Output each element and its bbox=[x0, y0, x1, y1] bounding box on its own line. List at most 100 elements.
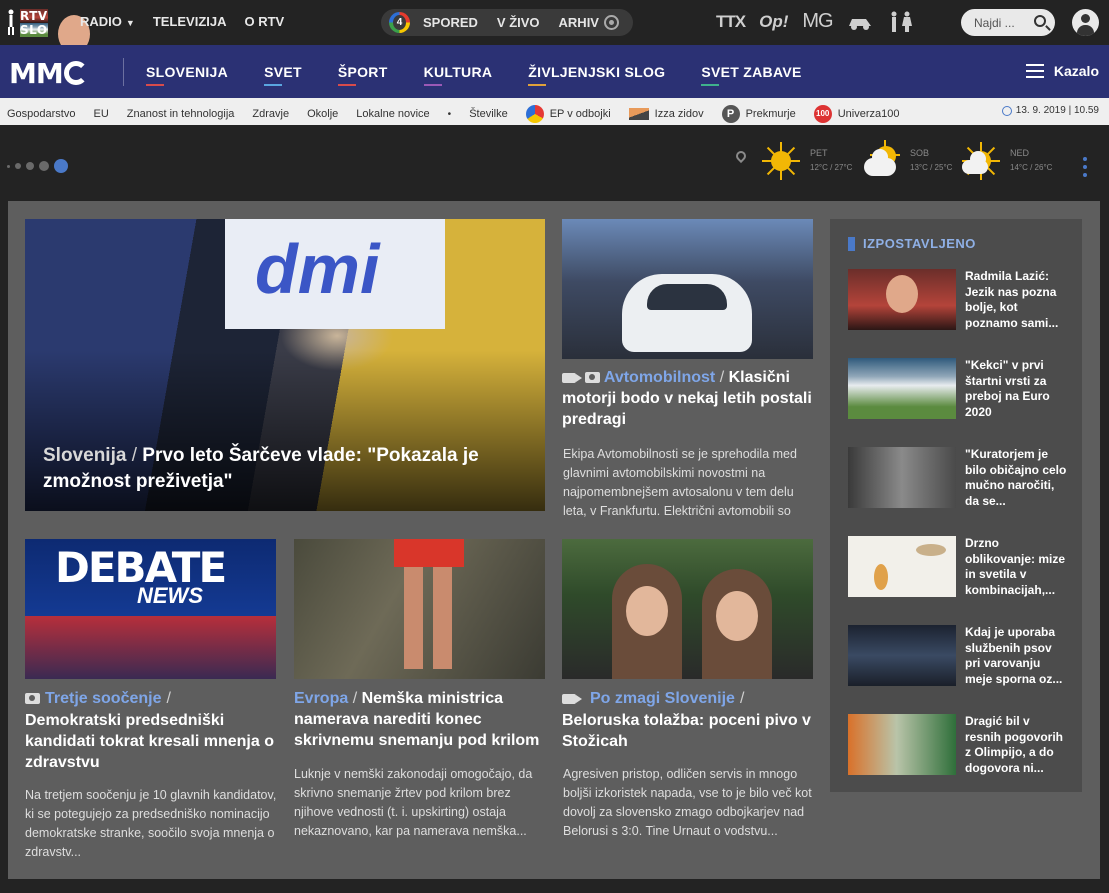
mmc-logo[interactable]: MM bbox=[9, 57, 88, 90]
more-options-icon[interactable] bbox=[1083, 157, 1087, 177]
rtv-slo-logo[interactable]: RTV SLO bbox=[6, 7, 90, 53]
weather-day-name: SOB bbox=[910, 148, 930, 158]
section-zivljenjski-slog[interactable]: ŽIVLJENJSKI SLOG bbox=[528, 64, 665, 86]
category-separator: / bbox=[739, 690, 745, 707]
sidebar-thumbnail bbox=[848, 714, 956, 775]
subnav-znanost[interactable]: Znanost in tehnologija bbox=[127, 108, 235, 120]
channel-4-icon[interactable]: 4 bbox=[389, 12, 410, 33]
logo-line-1: RTV bbox=[20, 9, 90, 53]
article-title[interactable]: Beloruska tolažba: poceni pivo v Stožica… bbox=[562, 710, 814, 752]
carousel-dot-active[interactable] bbox=[54, 159, 68, 173]
subnav-ep-v-odbojki[interactable]: EP v odbojki bbox=[525, 105, 611, 123]
article-category[interactable]: Avtomobilnost bbox=[604, 369, 715, 386]
article-title[interactable]: Demokratski predsedniški kandidati tokra… bbox=[25, 710, 277, 773]
article-image[interactable] bbox=[562, 219, 813, 359]
section-sport[interactable]: ŠPORT bbox=[337, 64, 388, 86]
subnav-izza-zidov[interactable]: Izza zidov bbox=[628, 108, 704, 121]
tv-channel-pill: 4 SPORED V ŽIVO ARHIV bbox=[381, 9, 633, 36]
search-icon[interactable] bbox=[1034, 15, 1046, 27]
sidebar-item[interactable]: Dragić bil v resnih pogovorih z Olimpijo… bbox=[848, 714, 1070, 776]
carousel-dots bbox=[7, 159, 68, 173]
article-title[interactable]: Evropa / Nemška ministrica namerava nare… bbox=[294, 688, 546, 751]
logo-line-2: SLO bbox=[20, 23, 48, 37]
category-separator: / bbox=[715, 369, 729, 386]
user-account-icon[interactable] bbox=[1072, 9, 1099, 36]
sidebar-item-title[interactable]: "Kekci" v prvi štartni vrsti za preboj n… bbox=[965, 358, 1069, 420]
carousel-dot[interactable] bbox=[39, 161, 49, 171]
carousel-dot[interactable] bbox=[26, 162, 34, 170]
article-category[interactable]: Evropa bbox=[294, 690, 348, 707]
article-category[interactable]: Po zmagi Slovenije bbox=[590, 688, 735, 709]
sidebar-item-title[interactable]: Radmila Lazić: Jezik nas pozna bolje, ko… bbox=[965, 269, 1069, 331]
section-svet-zabave[interactable]: SVET ZABAVE bbox=[701, 64, 801, 86]
weather-day[interactable]: PET 12°C / 27°C bbox=[762, 140, 862, 185]
article-image[interactable] bbox=[562, 539, 813, 679]
accessibility-icon[interactable] bbox=[887, 11, 915, 33]
subnav-univerza100[interactable]: 100 Univerza100 bbox=[813, 105, 899, 123]
section-links: SLOVENIJA SVET ŠPORT KULTURA ŽIVLJENJSKI… bbox=[146, 64, 838, 86]
pill-link-v-zivo[interactable]: V ŽIVO bbox=[497, 15, 540, 30]
kazalo-menu-button[interactable]: Kazalo bbox=[1025, 63, 1099, 79]
hero-category[interactable]: Slovenija bbox=[43, 445, 126, 466]
sidebar-item-title[interactable]: Kdaj je uporaba službenih psov pri varov… bbox=[965, 625, 1069, 687]
weather-day[interactable]: NED 14°C / 26°C bbox=[962, 140, 1062, 185]
subnav-eu[interactable]: EU bbox=[93, 108, 108, 120]
hero-article[interactable]: dmi Slovenija / Prvo leto Šarčeve vlade:… bbox=[25, 219, 545, 511]
article-image[interactable]: DEBATE NEWS bbox=[25, 539, 276, 679]
subnav-lokalne-novice[interactable]: Lokalne novice bbox=[356, 108, 429, 120]
subnav-stevilke[interactable]: Številke bbox=[469, 108, 508, 120]
location-pin-icon[interactable] bbox=[733, 148, 749, 164]
ep-label: EP v odbojki bbox=[549, 107, 611, 120]
category-separator: / bbox=[126, 445, 143, 466]
article-meta: Po zmagi Slovenije / bbox=[562, 688, 744, 709]
subnav-zdravje[interactable]: Zdravje bbox=[252, 108, 289, 120]
subnav-gospodarstvo[interactable]: Gospodarstvo bbox=[7, 108, 75, 120]
hero-caption[interactable]: Slovenija / Prvo leto Šarčeve vlade: "Po… bbox=[43, 443, 523, 495]
op-logo[interactable]: Op! bbox=[759, 12, 788, 32]
sidebar-item[interactable]: Kdaj je uporaba službenih psov pri varov… bbox=[848, 625, 1070, 687]
carousel-dot[interactable] bbox=[7, 164, 10, 168]
sidebar-item-title[interactable]: Dragić bil v resnih pogovorih z Olimpijo… bbox=[965, 714, 1069, 776]
sidebar-item[interactable]: Radmila Lazić: Jezik nas pozna bolje, ko… bbox=[848, 269, 1070, 331]
subnav-prekmurje[interactable]: P Prekmurje bbox=[721, 105, 796, 123]
mg-logo[interactable]: MG bbox=[802, 10, 833, 33]
weather-day-name: NED bbox=[1010, 148, 1030, 158]
section-slovenija[interactable]: SLOVENIJA bbox=[146, 64, 228, 86]
radio-broadcast-icon[interactable] bbox=[604, 15, 619, 30]
section-kultura[interactable]: KULTURA bbox=[423, 64, 493, 86]
sidebar-item[interactable]: Drzno oblikovanje: mize in svetila v kom… bbox=[848, 536, 1070, 598]
ttx-logo[interactable]: TTX bbox=[716, 12, 746, 32]
article-title[interactable]: Avtomobilnost / Klasični motorji bodo v … bbox=[562, 367, 812, 430]
sidebar-heading: IZPOSTAVLJENO bbox=[848, 236, 976, 251]
article-excerpt: Luknje v nemški zakonodaji omogočajo, da… bbox=[294, 767, 533, 838]
search-placeholder: Najdi ... bbox=[974, 16, 1015, 30]
article-image[interactable] bbox=[294, 539, 545, 679]
news-image-text: NEWS bbox=[137, 583, 203, 608]
subnav-okolje[interactable]: Okolje bbox=[307, 108, 338, 120]
pill-link-arhiv[interactable]: ARHIV bbox=[559, 15, 599, 30]
partly-cloudy-icon bbox=[962, 142, 1000, 180]
sidebar-thumbnail bbox=[848, 536, 956, 597]
video-icon bbox=[562, 693, 582, 704]
weather-day[interactable]: SOB 13°C / 25°C bbox=[862, 140, 962, 185]
category-separator: / bbox=[348, 690, 362, 707]
nav-o-rtv[interactable]: O RTV bbox=[245, 14, 285, 29]
search-box[interactable]: Najdi ... bbox=[961, 9, 1055, 36]
sidebar-thumbnail bbox=[848, 447, 956, 508]
sidebar-item[interactable]: "Kekci" v prvi štartni vrsti za preboj n… bbox=[848, 358, 1070, 420]
sidebar-item-title[interactable]: Drzno oblikovanje: mize in svetila v kom… bbox=[965, 536, 1069, 598]
carousel-dot[interactable] bbox=[15, 163, 21, 169]
nav-televizija[interactable]: TELEVIZIJA bbox=[153, 14, 227, 29]
weather-temp: 13°C / 25°C bbox=[910, 163, 953, 172]
article-category[interactable]: Tretje soočenje bbox=[45, 688, 162, 709]
sidebar-item-title[interactable]: "Kuratorjem je bilo običajno celo mučno … bbox=[965, 447, 1069, 509]
section-svet[interactable]: SVET bbox=[264, 64, 302, 86]
pill-link-spored[interactable]: SPORED bbox=[423, 15, 478, 30]
nav-radio[interactable]: RADIO ▼ bbox=[80, 14, 135, 29]
sunny-icon bbox=[762, 142, 800, 180]
car-icon[interactable] bbox=[847, 13, 873, 31]
main-content: dmi Slovenija / Prvo leto Šarčeve vlade:… bbox=[8, 201, 1100, 879]
sidebar-item[interactable]: "Kuratorjem je bilo običajno celo mučno … bbox=[848, 447, 1070, 509]
weather-temp: 14°C / 26°C bbox=[1010, 163, 1053, 172]
category-separator: / bbox=[166, 690, 171, 707]
